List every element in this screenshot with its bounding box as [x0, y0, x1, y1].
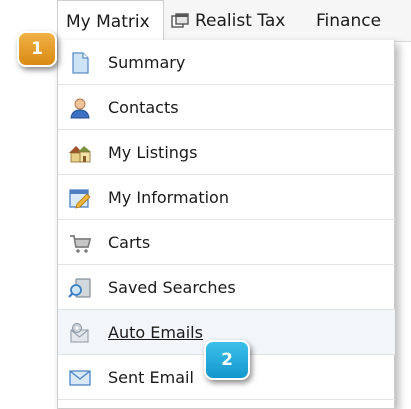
- document-icon: [68, 51, 92, 75]
- menu-item-label: Contacts: [108, 97, 179, 117]
- edit-form-icon: [68, 186, 92, 210]
- cart-icon: [68, 231, 92, 255]
- menu-item-carts[interactable]: Carts: [58, 220, 395, 265]
- menu-item-my-listings[interactable]: My Listings: [58, 130, 395, 175]
- top-navigation-bar: My Matrix Realist Tax Finance: [57, 0, 411, 42]
- menu-item-label: Summary: [108, 52, 186, 72]
- menu-item-label: My Listings: [108, 142, 198, 162]
- tab-label: Realist Tax: [195, 11, 286, 31]
- auto-email-icon: [68, 321, 92, 345]
- callout-badge-1: 1: [17, 31, 57, 67]
- menu-item-label: Auto Emails: [108, 322, 203, 342]
- houses-icon: [68, 141, 92, 165]
- menu-item-my-information[interactable]: My Information: [58, 175, 395, 220]
- menu-item-label: My Information: [108, 187, 229, 207]
- screenshot-stage: My Matrix Realist Tax Finance Summary Co…: [0, 0, 411, 409]
- person-icon: [68, 96, 92, 120]
- menu-item-label: Saved Searches: [108, 277, 236, 297]
- tab-label: Finance: [316, 11, 382, 31]
- tab-finance[interactable]: Finance: [316, 0, 381, 42]
- tab-label: My Matrix: [66, 11, 150, 32]
- menu-item-summary[interactable]: Summary: [58, 40, 395, 85]
- envelope-icon: [68, 366, 92, 390]
- menu-item-label: Sent Email: [108, 367, 194, 387]
- saved-search-icon: [68, 276, 92, 300]
- windows-icon: [171, 13, 189, 29]
- menu-item-contacts[interactable]: Contacts: [58, 85, 395, 130]
- tab-my-matrix[interactable]: My Matrix: [57, 0, 164, 42]
- menu-item-label: Carts: [108, 232, 151, 252]
- menu-item-saved-searches[interactable]: Saved Searches: [58, 265, 395, 310]
- tab-realist-tax[interactable]: Realist Tax: [171, 0, 285, 42]
- callout-badge-2: 2: [204, 340, 250, 380]
